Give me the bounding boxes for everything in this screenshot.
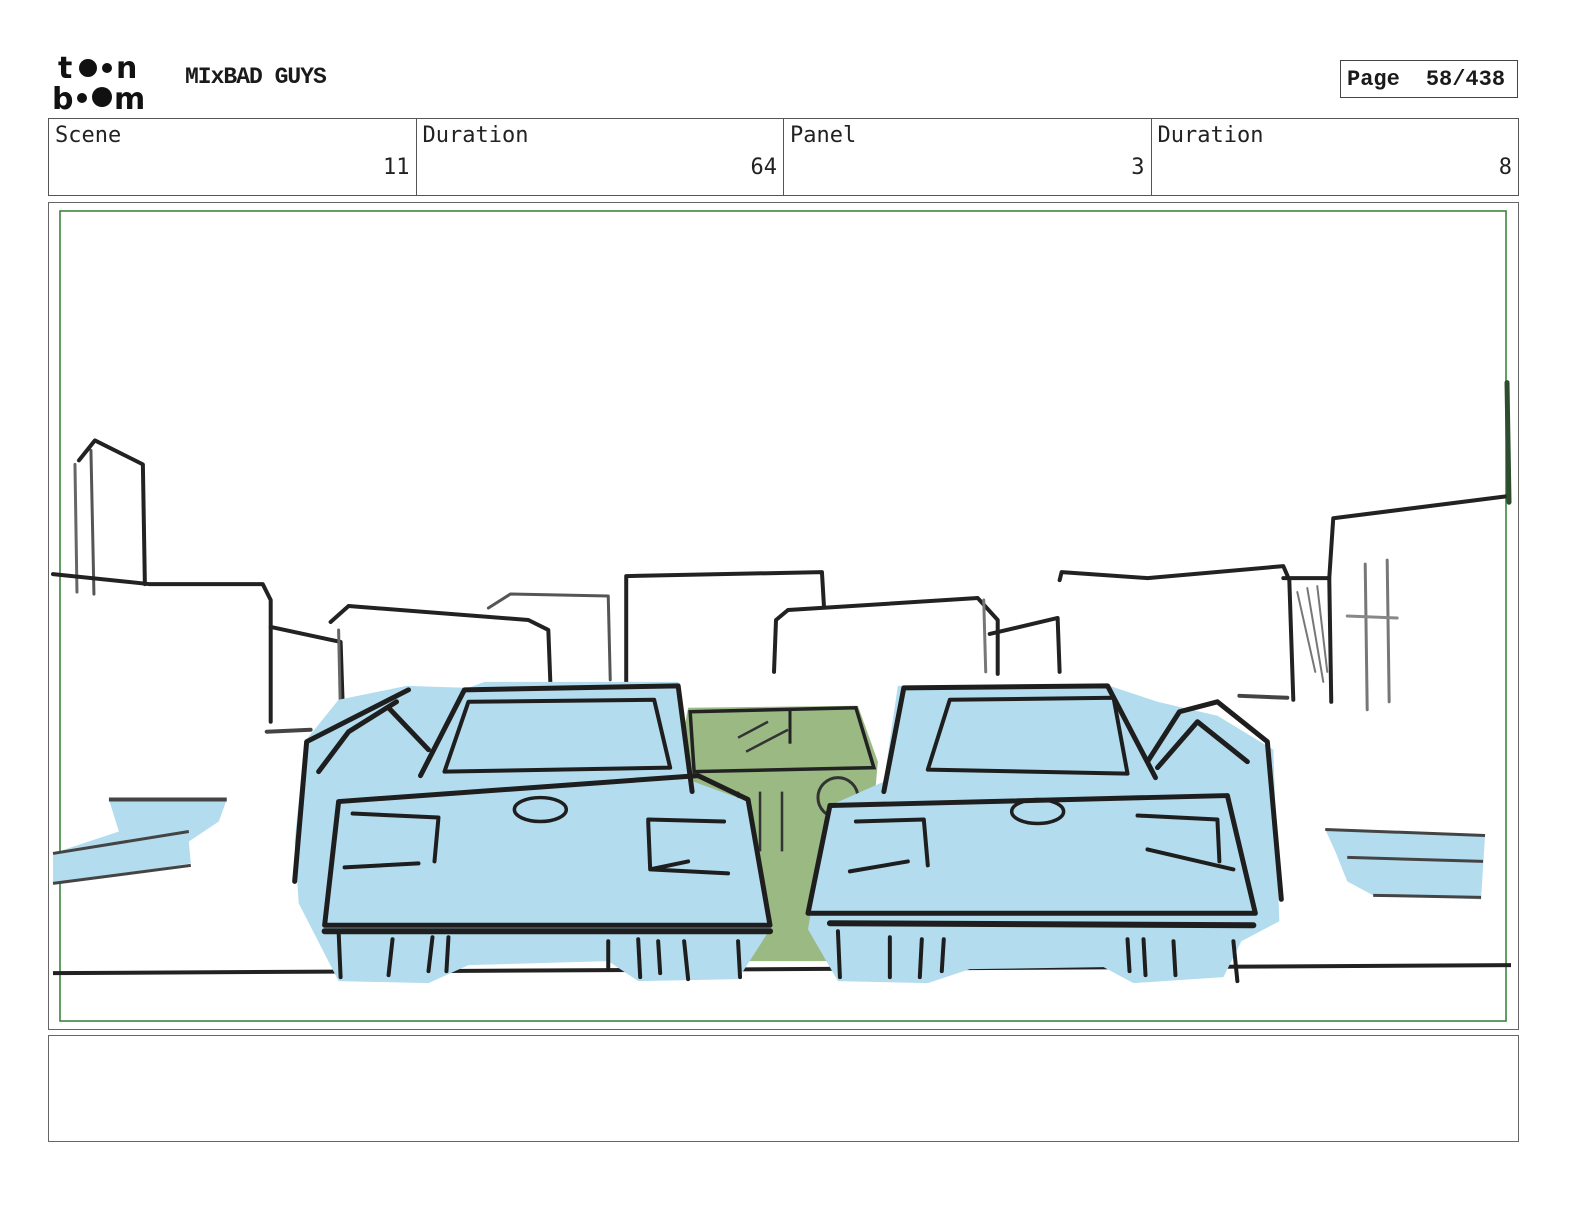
panel-sketch	[50, 210, 1512, 1022]
scene-label: Scene	[55, 123, 122, 148]
scene-duration-cell: Duration 64	[417, 119, 784, 195]
svg-text:m: m	[114, 82, 145, 112]
scene-cell: Scene 11	[49, 119, 417, 195]
svg-text:n: n	[116, 52, 137, 86]
ground-line	[52, 963, 1512, 976]
panel-notes-box	[48, 1035, 1519, 1142]
page-number: 58/438	[1425, 66, 1506, 92]
scene-duration-value: 64	[750, 155, 778, 180]
panel-duration-cell: Duration 8	[1152, 119, 1519, 195]
toon-boom-logo: t n b m	[52, 52, 145, 112]
project-title: MIxBAD GUYS	[185, 64, 327, 90]
page-label: Page	[1347, 66, 1400, 92]
scene-duration-label: Duration	[422, 123, 529, 148]
panel-info-row: Scene 11 Duration 64 Panel 3 Duration 8	[48, 118, 1519, 196]
svg-text:b: b	[52, 82, 73, 112]
storyboard-panel	[48, 202, 1519, 1030]
panel-cell: Panel 3	[784, 119, 1152, 195]
right-car	[805, 683, 1284, 984]
panel-duration-label: Duration	[1157, 123, 1264, 148]
page-indicator: Page 58/438	[1340, 60, 1518, 98]
background-buildings	[50, 380, 1512, 734]
svg-text:t: t	[58, 52, 72, 86]
panel-duration-value: 8	[1498, 155, 1512, 180]
scene-value: 11	[383, 155, 410, 180]
panel-value: 3	[1131, 155, 1145, 180]
panel-label: Panel	[790, 123, 857, 148]
